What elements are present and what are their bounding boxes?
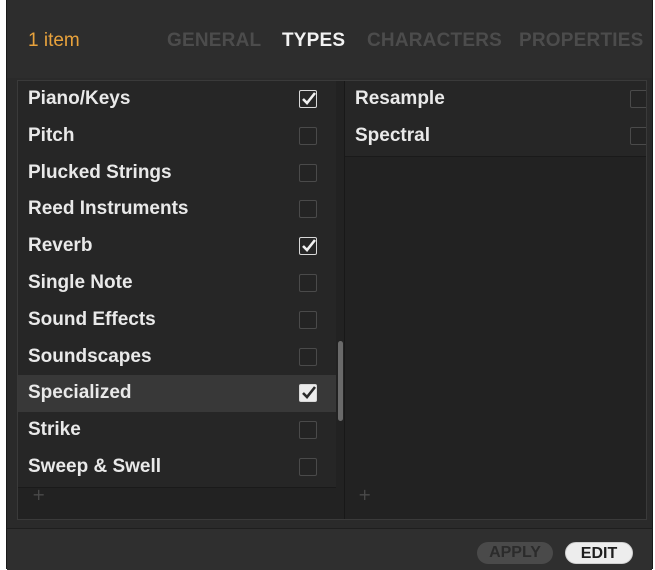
list-item[interactable]: Soundscapes	[18, 338, 336, 378]
list-item[interactable]: Sweep & Swell	[18, 449, 336, 488]
list-item[interactable]: Strike	[18, 412, 336, 452]
checkbox[interactable]	[299, 200, 317, 219]
list-item-label: Single Note	[28, 272, 133, 293]
checkbox[interactable]	[299, 310, 317, 329]
checkbox[interactable]	[299, 90, 317, 108]
left-list-scrollbar[interactable]	[338, 341, 343, 421]
list-item-label: Pitch	[28, 124, 75, 146]
apply-button[interactable]: APPLY	[477, 542, 553, 564]
attribute-editor-panel: 1 item GENERAL TYPES CHARACTERS PROPERTI…	[6, 0, 653, 570]
edit-button[interactable]: EDIT	[565, 542, 633, 564]
right-type-list: Resample Spectral	[344, 81, 646, 519]
list-item[interactable]: Piano/Keys	[18, 81, 336, 120]
list-item[interactable]: Resample	[345, 81, 646, 120]
list-item-label: Strike	[28, 419, 81, 441]
checkbox[interactable]	[630, 126, 646, 145]
checkmark-icon	[302, 239, 317, 253]
tab-characters[interactable]: CHARACTERS	[367, 30, 502, 52]
list-item-label: Resample	[355, 88, 445, 109]
list-item[interactable]: Spectral	[345, 117, 646, 157]
footer-bar: APPLY EDIT	[7, 528, 652, 570]
checkbox[interactable]	[299, 347, 317, 366]
list-item[interactable]: Sound Effects	[18, 301, 336, 341]
checkbox[interactable]	[299, 384, 317, 403]
checkbox[interactable]	[299, 274, 317, 292]
list-item-label: Spectral	[355, 124, 430, 146]
tab-properties[interactable]: PROPERTIES	[519, 30, 643, 52]
checkbox[interactable]	[299, 458, 317, 476]
tab-general[interactable]: GENERAL	[167, 30, 261, 52]
checkmark-icon	[302, 92, 317, 105]
header-bar: 1 item GENERAL TYPES CHARACTERS PROPERTI…	[7, 0, 652, 78]
item-count: 1 item	[28, 30, 80, 51]
left-type-list: Piano/Keys Pitch Plucked Strings Reed Instr…	[18, 81, 336, 519]
types-lists: Piano/Keys Pitch Plucked Strings Reed Instr…	[17, 80, 647, 520]
checkmark-icon	[302, 386, 317, 400]
list-item[interactable]: Specialized	[18, 375, 336, 415]
list-item-label: Plucked Strings	[28, 161, 172, 183]
checkbox[interactable]	[630, 90, 646, 108]
list-item[interactable]: Plucked Strings	[18, 154, 336, 194]
checkbox[interactable]	[299, 421, 317, 440]
list-item-label: Sound Effects	[28, 308, 156, 330]
list-item-label: Sweep & Swell	[28, 456, 162, 477]
list-item-label: Soundscapes	[28, 345, 152, 367]
list-item[interactable]: Reed Instruments	[18, 191, 336, 231]
list-item[interactable]: Reverb	[18, 228, 336, 268]
list-item-label: Specialized	[28, 382, 132, 404]
left-add-plus-icon[interactable]: +	[32, 485, 45, 504]
checkbox[interactable]	[299, 237, 317, 256]
list-item-label: Piano/Keys	[28, 88, 131, 109]
right-add-plus-icon[interactable]: +	[358, 485, 371, 504]
list-item-label: Reed Instruments	[28, 198, 189, 220]
tab-types[interactable]: TYPES	[282, 30, 345, 52]
checkbox[interactable]	[299, 126, 317, 145]
list-item[interactable]: Pitch	[18, 117, 336, 157]
list-item-label: Reverb	[28, 235, 93, 257]
list-item[interactable]: Single Note	[18, 265, 336, 304]
checkbox[interactable]	[299, 163, 317, 182]
